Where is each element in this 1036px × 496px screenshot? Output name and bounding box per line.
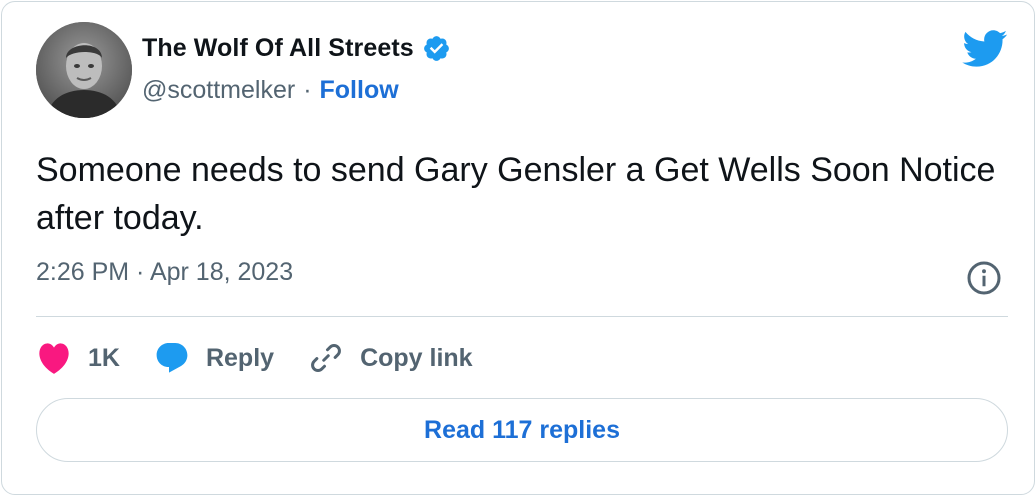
author-handle[interactable]: @scottmelker [142,76,295,105]
speech-bubble-icon [156,343,188,373]
author-handle-row: @scottmelker · Follow [142,76,399,105]
heart-icon [39,343,69,374]
tweet-timestamp[interactable]: 2:26 PM · Apr 18, 2023 [36,258,293,287]
read-replies-button[interactable]: Read 117 replies [36,398,1008,462]
tweet-card: The Wolf Of All Streets @scottmelker · F… [1,1,1035,495]
info-icon[interactable] [966,260,1002,296]
like-count: 1K [88,343,120,372]
avatar[interactable] [36,22,132,118]
verified-badge-icon [423,36,449,61]
twitter-bird-icon[interactable] [962,30,1008,68]
reply-label: Reply [205,343,275,372]
author-name[interactable]: The Wolf Of All Streets [142,34,414,63]
copy-link-label: Copy link [360,343,473,372]
separator-dot: · [303,76,312,104]
action-bar: 1K Reply Copy link [36,336,507,380]
follow-link[interactable]: Follow [320,76,399,105]
copy-link-button[interactable]: Copy link [308,340,473,376]
like-button[interactable]: 1K [36,341,120,375]
avatar-photo [36,22,132,118]
tweet-text: Someone needs to send Gary Gensler a Get… [36,151,996,237]
link-icon [311,343,341,373]
divider [36,316,1008,317]
author-name-row: The Wolf Of All Streets [142,34,451,63]
reply-button[interactable]: Reply [154,340,274,376]
